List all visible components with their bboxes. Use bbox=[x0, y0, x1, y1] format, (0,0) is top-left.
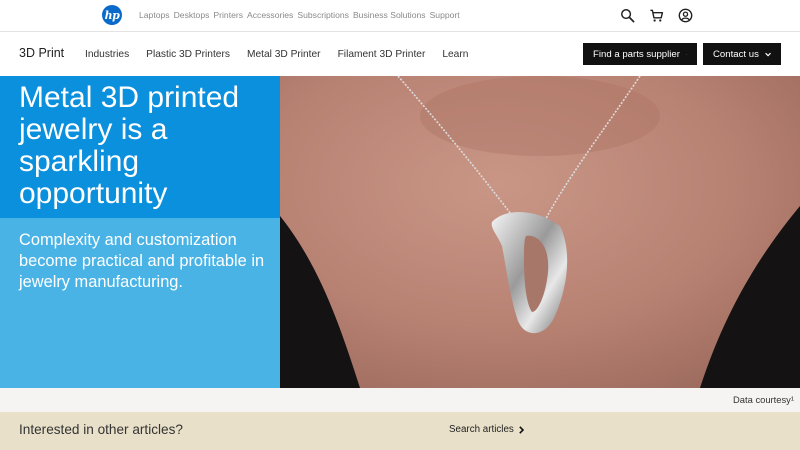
header-icons bbox=[620, 8, 693, 23]
global-nav-subscriptions[interactable]: Subscriptions bbox=[297, 10, 349, 20]
necklace-pendant-illustration bbox=[280, 76, 800, 388]
section-nav-learn[interactable]: Learn bbox=[442, 49, 468, 60]
hero-subtitle: Complexity and customization become prac… bbox=[19, 231, 265, 291]
cart-icon[interactable] bbox=[649, 8, 664, 23]
global-nav: Laptops Desktops Printers Accessories Su… bbox=[139, 10, 460, 20]
section-nav-filament-3d-printer[interactable]: Filament 3D Printer bbox=[338, 49, 426, 60]
chevron-down-icon bbox=[765, 52, 771, 56]
global-nav-desktops[interactable]: Desktops bbox=[174, 10, 210, 20]
section-nav-plastic-3d-printers[interactable]: Plastic 3D Printers bbox=[146, 49, 230, 60]
global-nav-printers[interactable]: Printers bbox=[213, 10, 243, 20]
section-brand[interactable]: 3D Print bbox=[19, 46, 64, 60]
global-header: hp Laptops Desktops Printers Accessories… bbox=[0, 0, 800, 31]
contact-us-label: Contact us bbox=[713, 48, 759, 60]
section-nav-industries[interactable]: Industries bbox=[85, 49, 129, 60]
hero-image-necklace bbox=[280, 76, 800, 388]
chevron-right-icon bbox=[519, 425, 524, 434]
hp-logo[interactable]: hp bbox=[102, 5, 122, 25]
related-articles-heading: Interested in other articles? bbox=[19, 422, 183, 437]
search-articles-link[interactable]: Search articles bbox=[449, 424, 524, 435]
product-header: 3D Print Industries Plastic 3D Printers … bbox=[0, 31, 800, 76]
hero-title: Metal 3D printed jewelry is a sparkling … bbox=[19, 81, 240, 210]
global-nav-business-solutions[interactable]: Business Solutions bbox=[353, 10, 426, 20]
hero-subtitle-panel: Complexity and customization become prac… bbox=[0, 218, 280, 388]
chevron-down-icon bbox=[685, 53, 687, 55]
global-nav-laptops[interactable]: Laptops bbox=[139, 10, 170, 20]
section-nav: Industries Plastic 3D Printers Metal 3D … bbox=[85, 49, 485, 60]
user-icon[interactable] bbox=[678, 8, 693, 23]
hero-title-panel: Metal 3D printed jewelry is a sparkling … bbox=[0, 76, 280, 218]
find-parts-supplier-button[interactable]: Find a parts supplier bbox=[583, 43, 697, 65]
related-articles-bar: Interested in other articles? Search art… bbox=[0, 412, 800, 450]
search-icon[interactable] bbox=[620, 8, 635, 23]
section-nav-metal-3d-printer[interactable]: Metal 3D Printer bbox=[247, 49, 321, 60]
search-articles-label: Search articles bbox=[449, 424, 514, 435]
courtesy-row: Data courtesy¹ bbox=[0, 388, 800, 412]
find-parts-supplier-label: Find a parts supplier bbox=[593, 48, 680, 60]
global-nav-support[interactable]: Support bbox=[430, 10, 460, 20]
global-nav-accessories[interactable]: Accessories bbox=[247, 10, 293, 20]
data-courtesy-link[interactable]: Data courtesy¹ bbox=[733, 394, 794, 405]
contact-us-button[interactable]: Contact us bbox=[703, 43, 781, 65]
